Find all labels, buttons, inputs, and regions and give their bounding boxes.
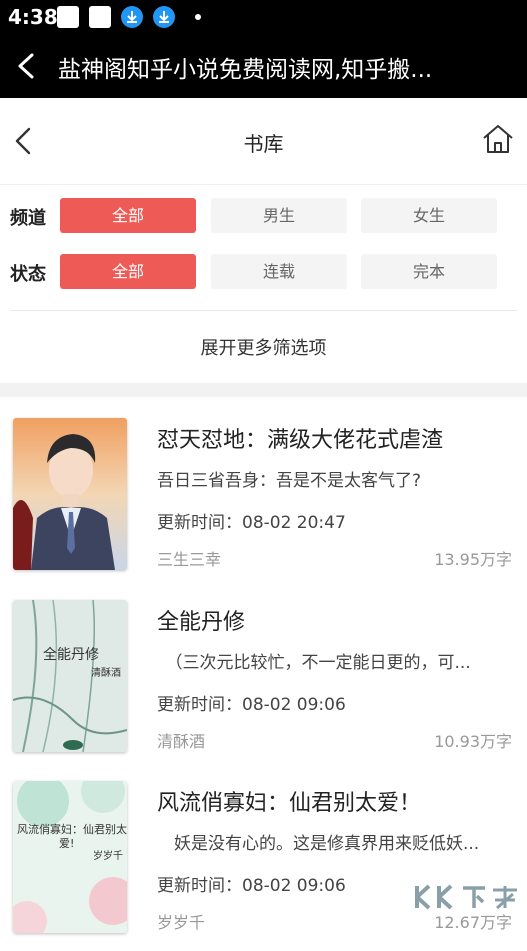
channel-option-all[interactable]: 全部 [60,198,196,233]
notification-square-icon [89,6,111,28]
book-author: 三生三幸 [157,550,222,569]
filter-divider [10,310,517,311]
channel-option-male[interactable]: 男生 [211,198,347,233]
section-gap [0,383,527,397]
cover-author-text: 清酥酒 [91,668,121,679]
download-icon [121,6,143,28]
channel-filter-row: 频道 全部 男生 女生 [0,198,527,234]
book-item[interactable]: 怼天怼地：满级大佬花式虐渣 吾日三省吾身：吾是不是太客气了? 更新时间：08-0… [0,418,527,588]
status-label: 状态 [10,264,46,285]
library-page: 书库 频道 全部 男生 女生 状态 全部 连载 完本 展开更多筛选项 怼天怼地：… [0,98,527,951]
book-description: 妖是没有心的。这是修真界用来贬低妖... [157,834,480,854]
channel-option-female[interactable]: 女生 [361,198,497,233]
book-item[interactable]: 全能丹修 清酥酒 全能丹修 （三次元比较忙，不一定能日更的，可... 更新时间：… [0,600,527,770]
book-title[interactable]: 全能丹修 [157,604,517,636]
book-description: 吾日三省吾身：吾是不是太客气了? [157,471,422,491]
download-icon [153,6,175,28]
notification-dot-icon [195,14,201,20]
book-title[interactable]: 怼天怼地：满级大佬花式虐渣 [157,422,517,454]
book-cover[interactable]: 全能丹修 清酥酒 [13,600,127,752]
book-cover[interactable]: 风流俏寡妇：仙君别太 爱! 岁岁千 [13,781,127,933]
book-word-count: 13.95万字 [434,550,512,569]
status-time: 4:38 [8,5,58,29]
cover-title-text: 爱! [59,837,75,850]
book-item[interactable]: 风流俏寡妇：仙君别太 爱! 岁岁千 风流俏寡妇：仙君别太爱！ 妖是没有心的。这是… [0,781,527,951]
book-update-time: 更新时间：08-02 20:47 [157,513,346,533]
cover-title-text: 全能丹修 [43,647,99,663]
channel-label: 频道 [10,208,46,229]
notification-square-icon [57,6,79,28]
page-title: 盐神阁知乎小说免费阅读网,知乎搬... [58,57,433,83]
library-title: 书库 [243,132,284,156]
cover-author-text: 岁岁千 [93,851,123,862]
title-bar: 盐神阁知乎小说免费阅读网,知乎搬... [0,34,527,98]
book-cover[interactable] [13,418,127,570]
book-update-time: 更新时间：08-02 09:06 [157,876,346,896]
book-word-count: 10.93万字 [434,732,512,751]
status-option-ongoing[interactable]: 连载 [211,254,347,289]
book-title[interactable]: 风流俏寡妇：仙君别太爱！ [157,785,517,817]
book-update-time: 更新时间：08-02 09:06 [157,695,346,715]
home-icon[interactable] [481,122,515,156]
status-option-all[interactable]: 全部 [60,254,196,289]
book-author: 清酥酒 [157,732,206,751]
status-option-completed[interactable]: 完本 [361,254,497,289]
watermark-logo [407,882,521,912]
book-description: （三次元比较忙，不一定能日更的，可... [157,653,471,673]
status-bar: 4:38 [0,0,527,34]
book-author: 岁岁千 [157,913,206,932]
expand-more-filters-button[interactable]: 展开更多筛选项 [0,334,527,360]
back-arrow-icon[interactable] [14,52,40,80]
status-filter-row: 状态 全部 连载 完本 [0,254,527,290]
library-header: 书库 [0,98,527,185]
